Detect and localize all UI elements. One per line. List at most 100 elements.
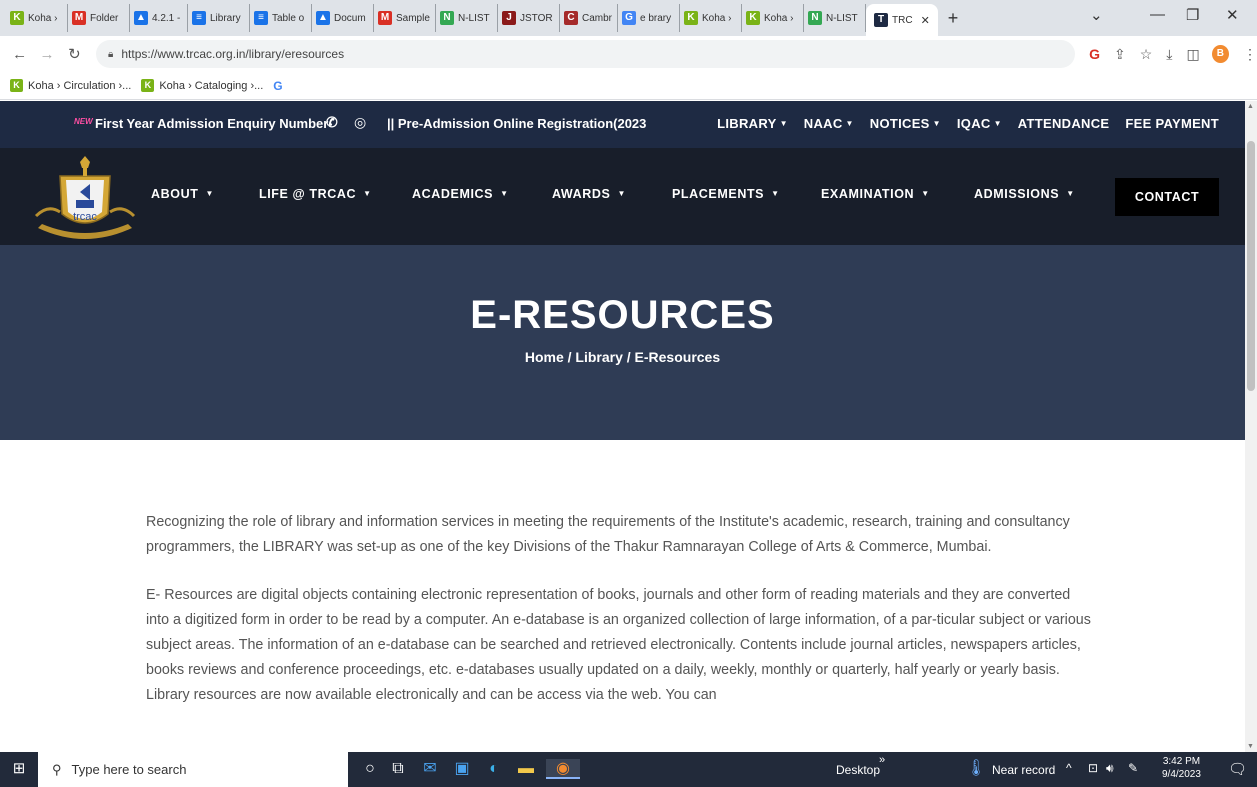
nav-item-examination[interactable]: EXAMINATION ▼ (821, 187, 930, 201)
pen-icon[interactable]: ✎ (1128, 761, 1138, 775)
tab-6[interactable]: M Sample (374, 4, 436, 32)
scroll-up-icon[interactable]: ▲ (1247, 103, 1254, 110)
tab-label: JSTOR (520, 12, 553, 24)
nav-item-placements[interactable]: PLACEMENTS ▼ (672, 187, 780, 201)
edge-icon[interactable]: ◐ (484, 759, 504, 779)
whatsapp-icon[interactable]: ◎ (354, 114, 366, 131)
nav-item-label: ADMISSIONS (974, 187, 1060, 201)
maximize-button[interactable]: ❐ (1186, 6, 1199, 24)
nav-item-label: LIFE @ TRCAC (259, 187, 357, 201)
admission-enquiry-text: First Year Admission Enquiry Number (95, 116, 329, 131)
clock[interactable]: 3:42 PM 9/4/2023 (1162, 755, 1201, 781)
tab-7[interactable]: N N-LIST (436, 4, 498, 32)
desktop-toolbar-label[interactable]: Desktop (836, 763, 880, 777)
bookmarks-bar: K Koha › Circulation ›... K Koha › Catal… (0, 72, 1257, 100)
bookmark-star-icon[interactable]: ☆ (1140, 46, 1153, 63)
tab-2[interactable]: ▲ 4.2.1 - (130, 4, 188, 32)
caret-down-icon: ▼ (921, 189, 930, 198)
tray-chevron-icon[interactable]: ^ (1066, 761, 1072, 775)
top-link-fee-payment[interactable]: FEE PAYMENT (1125, 116, 1219, 131)
tab-label: Folder (90, 12, 119, 24)
caret-down-icon: ▼ (993, 119, 1002, 128)
bookmark-label: Koha › Circulation ›... (28, 79, 132, 92)
page-scrollbar[interactable]: ▲ ▼ (1245, 101, 1257, 752)
back-arrow-icon[interactable]: ← (12, 46, 27, 63)
tab-label: Table o (272, 12, 305, 24)
tab-4[interactable]: ≡ Table o (250, 4, 312, 32)
bookmark-koha-cataloging[interactable]: K Koha › Cataloging ›... (141, 79, 263, 92)
tab-5[interactable]: ▲ Docum (312, 4, 374, 32)
scrollbar-thumb[interactable] (1247, 141, 1255, 391)
tab-label: Cambr (582, 12, 613, 24)
top-link-label: ATTENDANCE (1017, 116, 1110, 131)
page-banner: E-RESOURCES Home / Library / E-Resources (0, 245, 1245, 440)
contact-button[interactable]: CONTACT (1115, 178, 1219, 216)
tab-label: N-LIST (826, 12, 858, 24)
tab-search-chevron-icon[interactable]: ⌄ (1090, 6, 1103, 24)
tab-favicon-icon: K (746, 11, 760, 25)
share-icon[interactable]: ⇪ (1114, 46, 1126, 63)
top-link-attendance[interactable]: ATTENDANCE (1018, 116, 1110, 131)
search-icon: ⚲ (52, 761, 62, 777)
volume-icon[interactable]: 🔊︎ (1106, 761, 1114, 776)
tab-favicon-icon: M (378, 11, 392, 25)
tab-9[interactable]: C Cambr (560, 4, 618, 32)
top-link-library[interactable]: LIBRARY ▼ (717, 116, 788, 131)
mail-icon[interactable]: ✉ (420, 759, 440, 779)
bookmark-koha-circulation[interactable]: K Koha › Circulation ›... (10, 79, 131, 92)
phone-icon[interactable]: ✆ (326, 114, 338, 131)
nav-item-academics[interactable]: ACADEMICS ▼ (412, 187, 509, 201)
tab-1[interactable]: M Folder (68, 4, 130, 32)
intro-paragraph: Recognizing the role of library and info… (146, 514, 1070, 555)
top-link-naac[interactable]: NAAC ▼ (804, 116, 854, 131)
top-link-notices[interactable]: NOTICES ▼ (870, 116, 941, 131)
tab-active[interactable]: T TRC ✕ (866, 4, 938, 36)
store-icon[interactable]: ▣ (452, 759, 472, 779)
tab-label: Koha › (28, 12, 58, 24)
close-tab-icon[interactable]: ✕ (921, 14, 930, 27)
new-tab-button[interactable]: + (948, 8, 959, 29)
tab-13[interactable]: N N-LIST (804, 4, 866, 32)
close-window-button[interactable]: ✕ (1226, 6, 1239, 24)
google-icon[interactable]: G (1089, 46, 1100, 62)
weather-text[interactable]: Near record (992, 763, 1055, 777)
task-view-icon[interactable]: ⧉ (388, 759, 408, 779)
taskbar-search-input[interactable]: ⚲ Type here to search (38, 752, 348, 787)
nav-item-admissions[interactable]: ADMISSIONS ▼ (974, 187, 1075, 201)
nav-item-label: ABOUT (151, 187, 199, 201)
tab-10[interactable]: Ge brary (618, 4, 680, 32)
url-input[interactable]: 🔒︎ https://www.trcac.org.in/library/eres… (96, 40, 1076, 68)
bookmark-google[interactable]: G (273, 79, 282, 93)
nav-item-life-trcac[interactable]: LIFE @ TRCAC ▼ (259, 187, 372, 201)
network-icon[interactable]: ⊡ (1088, 761, 1098, 775)
cortana-icon[interactable]: ○ (360, 759, 380, 779)
top-links: LIBRARY ▼ NAAC ▼ NOTICES ▼ IQAC ▼ ATTENDANCE FEE … (717, 116, 1219, 131)
top-link-label: NAAC (803, 116, 843, 131)
nav-item-awards[interactable]: AWARDS ▼ (552, 187, 626, 201)
tab-12[interactable]: K Koha › (742, 4, 804, 32)
forward-arrow-icon[interactable]: → (39, 46, 55, 63)
scroll-down-icon[interactable]: ▼ (1247, 743, 1254, 750)
menu-kebab-icon[interactable]: ⋮ (1243, 46, 1257, 63)
side-panel-icon[interactable]: ◫ (1186, 46, 1199, 63)
minimize-button[interactable]: — (1150, 6, 1165, 23)
tab-active-label: TRC (892, 14, 913, 26)
trcac-logo[interactable]: trcac (30, 154, 140, 240)
download-icon[interactable]: ⤓ (1166, 46, 1172, 63)
nav-item-about[interactable]: ABOUT ▼ (151, 187, 214, 201)
weather-icon[interactable]: 🌡︎ (966, 759, 986, 779)
tab-8[interactable]: J JSTOR (498, 4, 560, 32)
pre-registration-ticker[interactable]: || Pre-Admission Online Registration(202… (387, 116, 646, 131)
top-link-iqac[interactable]: IQAC ▼ (957, 116, 1002, 131)
tab-11[interactable]: K Koha › (680, 4, 742, 32)
tab-0[interactable]: K Koha › (6, 4, 68, 32)
profile-avatar[interactable]: B (1211, 45, 1229, 63)
file-explorer-icon[interactable]: ▬ (516, 759, 536, 779)
windows-taskbar: ⊞ ⚲ Type here to search ○ ⧉ ✉ ▣ ◐ ▬ ◉ De… (0, 752, 1257, 787)
notification-icon[interactable]: 🗨︎ (1228, 760, 1247, 778)
chrome-icon[interactable]: ◉ (546, 759, 580, 779)
windows-start-icon[interactable]: ⊞ (9, 759, 29, 779)
reload-icon[interactable]: ↻ (67, 45, 82, 63)
tab-3[interactable]: ≡ Library (188, 4, 250, 32)
toolbar-expand-icon[interactable]: » (879, 754, 885, 766)
